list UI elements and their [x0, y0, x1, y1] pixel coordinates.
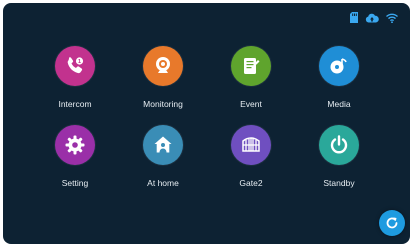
- home-screen: 1 Intercom Monitoring Event Media Settin…: [3, 3, 410, 244]
- media-disc-icon: [330, 58, 347, 74]
- phone-icon: 1: [67, 57, 84, 74]
- svg-text:1: 1: [78, 59, 81, 65]
- menu-item-setting-label: Setting: [61, 178, 89, 188]
- menu-item-event-label: Event: [240, 99, 262, 109]
- menu-item-media[interactable]: Media: [295, 46, 383, 111]
- menu-item-event-circle: [231, 46, 271, 86]
- gate-icon: [242, 137, 260, 152]
- menu-item-setting[interactable]: Setting: [31, 125, 119, 190]
- camera-icon: [156, 57, 170, 73]
- home-person-icon: [154, 136, 172, 153]
- gear-icon: [65, 135, 85, 155]
- menu-item-intercom-label: Intercom: [58, 99, 92, 109]
- menu-item-monitoring-circle: [143, 46, 183, 86]
- menu-item-standby-label: Standby: [323, 178, 355, 188]
- menu-item-gate2[interactable]: Gate2: [207, 125, 295, 190]
- menu-item-standby[interactable]: Standby: [295, 125, 383, 190]
- sd-card-icon: [350, 12, 358, 23]
- menu-item-gate2-label: Gate2: [239, 178, 263, 188]
- notepad-icon: [244, 58, 260, 74]
- wifi-icon: [386, 13, 398, 23]
- cloud-icon: [365, 13, 379, 23]
- menu-item-event[interactable]: Event: [207, 46, 295, 111]
- menu-item-standby-circle: [319, 125, 359, 165]
- menu-item-gate2-circle: [231, 125, 271, 165]
- menu-item-at-home[interactable]: At home: [119, 125, 207, 190]
- refresh-button[interactable]: [379, 210, 405, 236]
- menu-item-intercom[interactable]: 1 Intercom: [31, 46, 119, 111]
- status-bar: [350, 12, 398, 23]
- menu-item-media-label: Media: [327, 99, 351, 109]
- refresh-icon: [386, 217, 398, 229]
- menu-item-media-circle: [319, 46, 359, 86]
- menu-item-monitoring[interactable]: Monitoring: [119, 46, 207, 111]
- menu-item-intercom-circle: 1: [55, 46, 95, 86]
- power-icon: [330, 135, 348, 154]
- menu-item-at-home-circle: [143, 125, 183, 165]
- menu-item-at-home-label: At home: [147, 178, 179, 188]
- main-menu-grid: 1 Intercom Monitoring Event Media Settin…: [31, 46, 385, 190]
- menu-item-monitoring-label: Monitoring: [143, 99, 183, 109]
- menu-item-setting-circle: [55, 125, 95, 165]
